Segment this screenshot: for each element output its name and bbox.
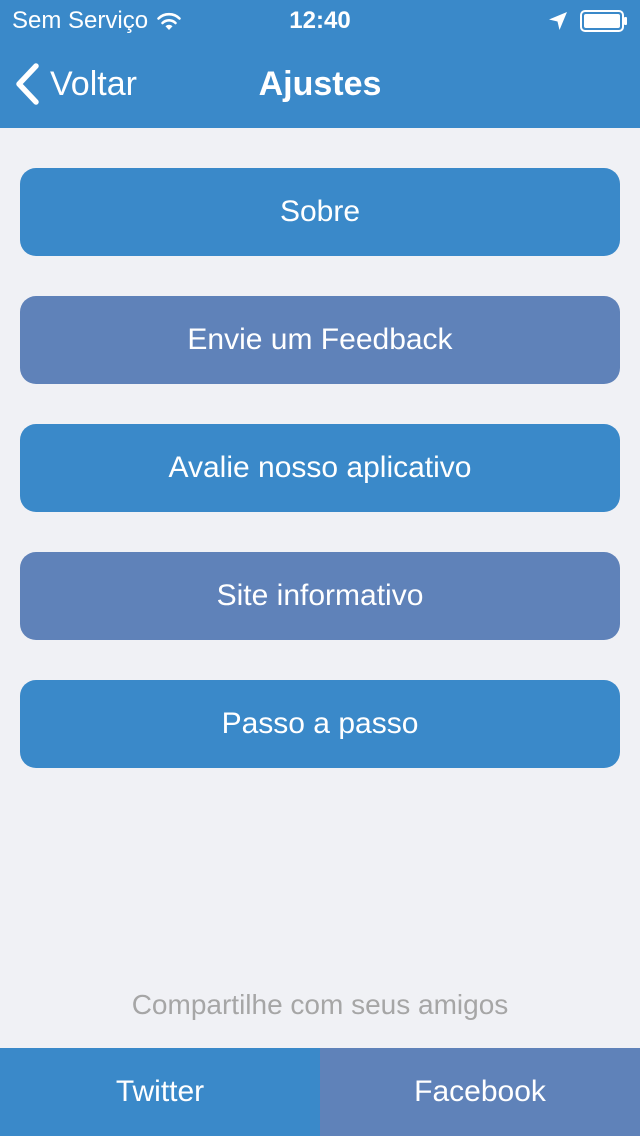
status-bar: Sem Serviço 12:40 — [0, 0, 640, 40]
header: Sem Serviço 12:40 Voltar Ajustes — [0, 0, 640, 128]
battery-icon — [580, 10, 627, 32]
share-caption: Compartilhe com seus amigos — [131, 989, 509, 1020]
share-bar: Twitter Facebook — [0, 1048, 640, 1136]
location-arrow-icon — [549, 12, 567, 30]
send-feedback-button[interactable]: Envie um Feedback — [20, 296, 620, 384]
info-site-button[interactable]: Site informativo — [20, 552, 620, 640]
twitter-share-button[interactable]: Twitter — [0, 1048, 320, 1136]
rate-app-button[interactable]: Avalie nosso aplicativo — [20, 424, 620, 512]
navigation-bar: Voltar Ajustes — [0, 40, 640, 128]
settings-menu: Sobre Envie um Feedback Avalie nosso apl… — [20, 168, 620, 808]
status-time: 12:40 — [289, 7, 351, 34]
page-title: Ajustes — [258, 65, 382, 103]
about-button[interactable]: Sobre — [20, 168, 620, 256]
status-right — [548, 8, 628, 34]
facebook-share-button[interactable]: Facebook — [320, 1048, 640, 1136]
step-by-step-button[interactable]: Passo a passo — [20, 680, 620, 768]
